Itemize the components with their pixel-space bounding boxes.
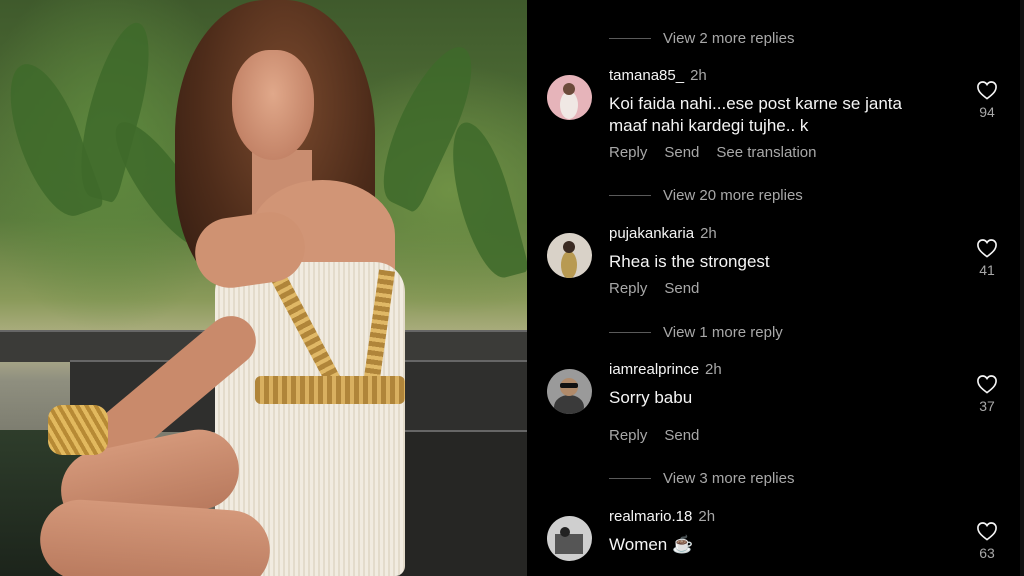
comment-actions: Reply Send — [609, 280, 716, 297]
comment-actions: Reply Send See translation — [609, 144, 833, 161]
timestamp: 2h — [698, 508, 716, 525]
face — [232, 50, 314, 160]
stone-step — [400, 430, 527, 576]
view-more-replies-label[interactable]: View 1 more reply — [663, 324, 783, 341]
avatar[interactable] — [547, 233, 592, 278]
avatar[interactable] — [547, 369, 592, 414]
comment-meta: realmario.18 2h — [609, 508, 715, 525]
heart-outline-icon[interactable] — [976, 238, 998, 258]
heart-outline-icon[interactable] — [976, 521, 998, 541]
timestamp: 2h — [690, 67, 707, 84]
view-more-replies[interactable]: View 3 more replies — [609, 468, 794, 488]
comment-text: Sorry babu — [609, 388, 693, 407]
like-button[interactable]: 94 — [973, 80, 1001, 120]
avatar[interactable] — [547, 75, 592, 120]
like-count: 94 — [979, 104, 995, 120]
divider-line — [609, 194, 651, 196]
view-more-replies-label[interactable]: View 3 more replies — [663, 470, 794, 487]
heart-outline-icon[interactable] — [976, 80, 998, 100]
see-translation-button[interactable]: See translation — [716, 144, 816, 161]
view-more-replies[interactable]: View 2 more replies — [609, 28, 794, 48]
gold-bangles — [48, 405, 108, 455]
like-button[interactable]: 41 — [973, 238, 1001, 278]
timestamp: 2h — [700, 225, 717, 242]
username[interactable]: realmario.18 — [609, 508, 692, 525]
view-more-replies[interactable]: View 1 more reply — [609, 322, 783, 342]
view-more-replies-label[interactable]: View 20 more replies — [663, 187, 803, 204]
comment-meta: pujakankaria 2h — [609, 225, 717, 242]
reply-button[interactable]: Reply — [609, 427, 647, 444]
like-count: 37 — [979, 398, 995, 414]
view-more-replies-label[interactable]: View 2 more replies — [663, 30, 794, 47]
comment-text: Women ☕ — [609, 535, 694, 554]
comment-meta: iamrealprince 2h — [609, 361, 722, 378]
foliage — [440, 116, 527, 284]
like-button[interactable]: 63 — [973, 521, 1001, 561]
send-button[interactable]: Send — [664, 427, 699, 444]
comment-actions: Reply Send — [609, 427, 716, 444]
divider-line — [609, 331, 651, 333]
send-button[interactable]: Send — [664, 144, 699, 161]
reply-button[interactable]: Reply — [609, 280, 647, 297]
avatar[interactable] — [547, 516, 592, 561]
view-more-replies[interactable]: View 20 more replies — [609, 185, 803, 205]
comments-panel[interactable]: View 2 more replies tamana85_ 2h Koi faid… — [527, 0, 1024, 576]
comment-text: Rhea is the strongest — [609, 252, 770, 271]
scrollbar[interactable] — [1020, 0, 1024, 576]
send-button[interactable]: Send — [664, 280, 699, 297]
reply-button[interactable]: Reply — [609, 144, 647, 161]
post-photo — [0, 0, 527, 576]
comment-meta: tamana85_ 2h — [609, 67, 707, 84]
like-count: 41 — [979, 262, 995, 278]
like-count: 63 — [979, 545, 995, 561]
comment-text: Koi faida nahi...ese post karne se janta… — [609, 94, 902, 135]
username[interactable]: pujakankaria — [609, 225, 694, 242]
gold-belt — [255, 376, 405, 404]
timestamp: 2h — [705, 361, 722, 378]
heart-outline-icon[interactable] — [976, 374, 998, 394]
divider-line — [609, 37, 651, 39]
divider-line — [609, 477, 651, 479]
like-button[interactable]: 37 — [973, 374, 1001, 414]
username[interactable]: tamana85_ — [609, 67, 684, 84]
username[interactable]: iamrealprince — [609, 361, 699, 378]
